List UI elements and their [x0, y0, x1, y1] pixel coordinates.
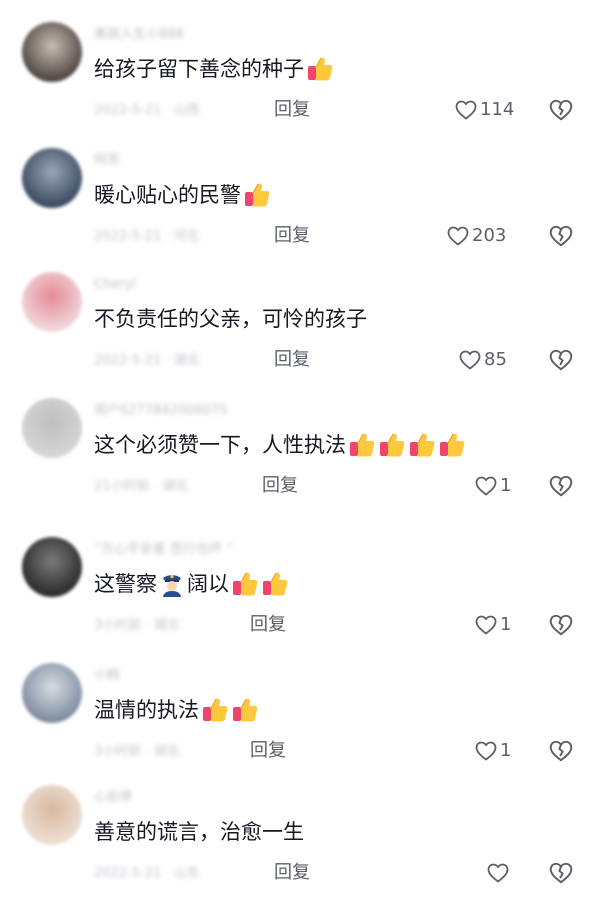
avatar[interactable] — [22, 537, 82, 597]
avatar[interactable] — [22, 148, 82, 208]
like-button[interactable]: 1 — [474, 472, 511, 500]
username[interactable]: 阿苏 — [94, 152, 120, 170]
comment-item: 阿苏暖心贴心的民警 2022-5-21 · 河北 回复 203 — [0, 148, 600, 268]
avatar[interactable] — [22, 22, 82, 82]
reply-button[interactable]: 回复 — [250, 739, 286, 763]
comment-meta: 3小时前 · 湖北 — [94, 744, 180, 759]
reply-button[interactable]: 回复 — [274, 348, 310, 372]
avatar[interactable] — [22, 785, 82, 845]
thumbs-up-emoji — [436, 431, 466, 459]
thumbs-up-emoji — [259, 570, 289, 598]
thumbs-up-emoji — [304, 55, 334, 83]
broken-heart-outline-icon[interactable] — [548, 97, 574, 123]
comment-text-content: 给孩子留下善念的种子 — [94, 57, 304, 81]
comment-text: 这警察 阔以 — [94, 569, 289, 599]
comment-meta: 2022-5-21 · 山西 — [94, 103, 200, 118]
broken-heart-outline-icon[interactable] — [548, 473, 574, 499]
broken-heart-outline-icon[interactable] — [548, 347, 574, 373]
heart-outline-icon — [474, 739, 498, 763]
comment-meta: 3小时前 · 湖北 — [94, 618, 180, 633]
username[interactable]: 心如李 — [94, 789, 133, 807]
comment-item: 用户6277842006075 这个必须赞一下，人性执法 21小时前 · 湖北 回复 1 — [0, 398, 600, 518]
reply-button[interactable]: 回复 — [262, 474, 298, 498]
username[interactable]: Cheryl — [94, 276, 136, 294]
avatar[interactable] — [22, 663, 82, 723]
like-count: 85 — [484, 349, 507, 370]
comment-text-content: 不负责任的父亲，可怜的孩子 — [94, 307, 367, 331]
comment-item: Cheryl 不负责任的父亲，可怜的孩子 2022-5-21 · 湖北 回复 85 — [0, 272, 600, 392]
comment-text: 不负责任的父亲，可怜的孩子 — [94, 304, 367, 334]
broken-heart-outline-icon[interactable] — [548, 612, 574, 638]
thumbs-up-emoji — [229, 570, 259, 598]
heart-outline-icon — [454, 98, 478, 122]
like-button[interactable]: 1 — [474, 737, 511, 765]
thumbs-up-emoji — [229, 696, 259, 724]
comment-meta: 2022-5-21 · 山东 — [94, 866, 200, 881]
comment-meta: 21小时前 · 湖北 — [94, 479, 188, 494]
comment-item: 心如李善意的谎言，治愈一生 2022-5-21 · 山东 回复 — [0, 785, 600, 905]
thumbs-up-emoji — [346, 431, 376, 459]
comment-item: 美丽人生小888 给孩子留下善念的种子 2022-5-21 · 山西 回复 114 — [0, 22, 600, 142]
thumbs-up-emoji — [199, 696, 229, 724]
avatar[interactable] — [22, 398, 82, 458]
like-button[interactable] — [486, 859, 512, 887]
comment-text: 暖心贴心的民警 — [94, 180, 271, 210]
comment-meta: 2022-5-21 · 湖北 — [94, 353, 200, 368]
heart-outline-icon — [458, 348, 482, 372]
comment-text: 给孩子留下善念的种子 — [94, 54, 334, 84]
avatar[interactable] — [22, 272, 82, 332]
reply-button[interactable]: 回复 — [250, 613, 286, 637]
like-button[interactable]: 203 — [446, 222, 506, 250]
comment-item: 小韩温情的执法 3小时前 · 湖北 回复 1 — [0, 663, 600, 783]
like-count: 1 — [500, 475, 512, 496]
police-officer-emoji — [157, 571, 187, 597]
like-count: 1 — [500, 740, 512, 761]
heart-outline-icon — [474, 474, 498, 498]
like-button[interactable]: 1 — [474, 611, 511, 639]
comment-text-content: 善意的谎言，治愈一生 — [94, 820, 304, 844]
reply-button[interactable]: 回复 — [274, 98, 310, 122]
like-count: 1 — [500, 614, 512, 635]
comment-text-content: 暖心贴心的民警 — [94, 183, 241, 207]
username[interactable]: “万心平安者 签行也坏 ” — [94, 541, 233, 559]
broken-heart-outline-icon[interactable] — [548, 860, 574, 886]
comment-text-content: 这警察 — [94, 572, 157, 596]
heart-outline-icon — [474, 613, 498, 637]
comment-text: 善意的谎言，治愈一生 — [94, 817, 304, 847]
comment-text-content: 温情的执法 — [94, 698, 199, 722]
broken-heart-outline-icon[interactable] — [548, 223, 574, 249]
comment-text: 温情的执法 — [94, 695, 259, 725]
comment-text-content: 这个必须赞一下，人性执法 — [94, 433, 346, 457]
comment-text: 这个必须赞一下，人性执法 — [94, 430, 466, 460]
username[interactable]: 用户6277842006075 — [94, 402, 228, 420]
comment-item: “万心平安者 签行也坏 ” 这警察 阔以 3小时前 · 湖北 回复 1 — [0, 537, 600, 657]
heart-outline-icon — [486, 861, 510, 885]
like-count: 203 — [472, 225, 507, 246]
username[interactable]: 美丽人生小888 — [94, 26, 184, 44]
thumbs-up-emoji — [376, 431, 406, 459]
reply-button[interactable]: 回复 — [274, 224, 310, 248]
broken-heart-outline-icon[interactable] — [548, 738, 574, 764]
username[interactable]: 小韩 — [94, 667, 120, 685]
like-button[interactable]: 85 — [458, 346, 507, 374]
like-button[interactable]: 114 — [454, 96, 514, 124]
like-count: 114 — [480, 99, 515, 120]
reply-button[interactable]: 回复 — [274, 861, 310, 885]
thumbs-up-emoji — [241, 181, 271, 209]
thumbs-up-emoji — [406, 431, 436, 459]
comment-text-content: 阔以 — [187, 572, 229, 596]
heart-outline-icon — [446, 224, 470, 248]
comment-meta: 2022-5-21 · 河北 — [94, 229, 200, 244]
